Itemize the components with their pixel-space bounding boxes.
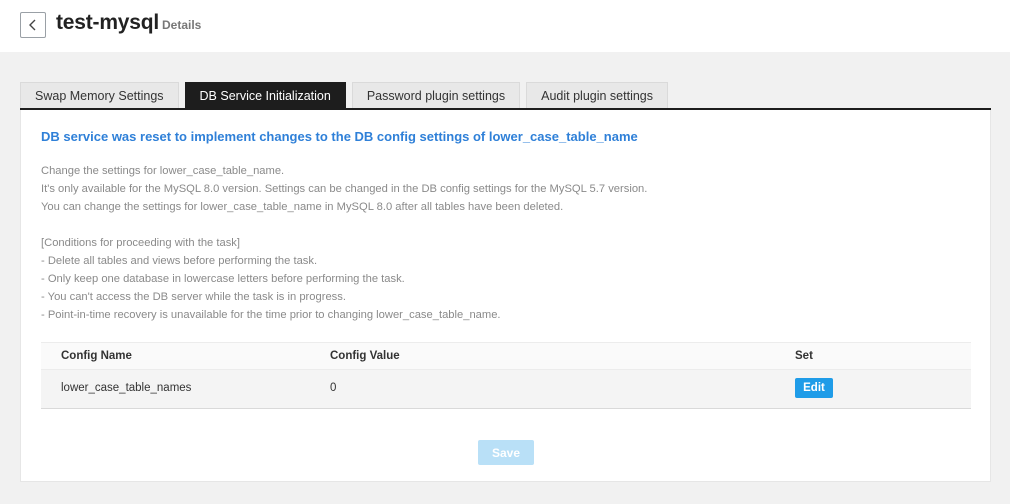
condition-item: - Point-in-time recovery is unavailable … bbox=[41, 309, 501, 321]
condition-item: - Delete all tables and views before per… bbox=[41, 255, 318, 267]
condition-item: - You can't access the DB server while t… bbox=[41, 291, 346, 303]
edit-button[interactable]: Edit bbox=[795, 378, 833, 398]
table-header: Config Name Config Value Set bbox=[41, 342, 971, 370]
config-value-cell: 0 bbox=[330, 382, 337, 394]
conditions-heading: [Conditions for proceeding with the task… bbox=[41, 237, 240, 249]
tab-db-service-initialization[interactable]: DB Service Initialization bbox=[184, 82, 346, 108]
tab-audit-plugin-settings[interactable]: Audit plugin settings bbox=[526, 82, 669, 108]
header-config-value: Config Value bbox=[330, 350, 400, 362]
tab-password-plugin-settings[interactable]: Password plugin settings bbox=[351, 82, 521, 108]
page-title: test-mysql bbox=[56, 11, 160, 34]
description-text: Change the settings for lower_case_table… bbox=[41, 162, 647, 324]
page-subtitle: Details bbox=[162, 18, 202, 32]
page-header: test-mysql Details bbox=[0, 0, 1010, 52]
description-line: You can change the settings for lower_ca… bbox=[41, 201, 564, 213]
description-line: It's only available for the MySQL 8.0 ve… bbox=[41, 183, 648, 195]
tab-bar: Swap Memory Settings DB Service Initiali… bbox=[20, 82, 674, 108]
config-table: Config Name Config Value Set lower_case_… bbox=[41, 342, 971, 409]
tab-panel: DB service was reset to implement change… bbox=[20, 110, 991, 482]
chevron-left-icon bbox=[29, 19, 36, 31]
condition-item: - Only keep one database in lowercase le… bbox=[41, 273, 405, 285]
back-button[interactable] bbox=[20, 12, 46, 38]
save-button[interactable]: Save bbox=[478, 440, 534, 465]
notice-title: DB service was reset to implement change… bbox=[41, 129, 638, 144]
header-set: Set bbox=[795, 350, 813, 362]
tab-swap-memory-settings[interactable]: Swap Memory Settings bbox=[20, 82, 179, 108]
table-row: lower_case_table_names 0 Edit bbox=[41, 370, 971, 409]
config-name-cell: lower_case_table_names bbox=[61, 382, 192, 394]
header-config-name: Config Name bbox=[61, 350, 132, 362]
description-line: Change the settings for lower_case_table… bbox=[41, 165, 285, 177]
